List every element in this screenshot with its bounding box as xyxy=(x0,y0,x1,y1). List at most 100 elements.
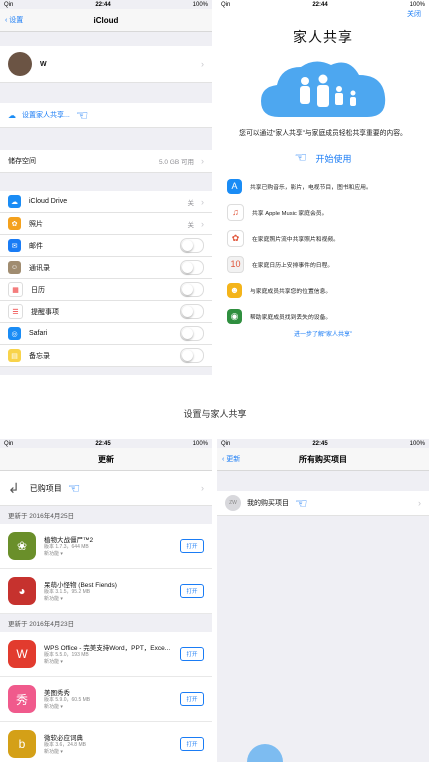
icloud-item[interactable]: ☁ iCloud Drive 关 › xyxy=(0,191,212,213)
app-row[interactable]: b 微软必应词典 版本 3.6，24.8 MB 新功能 ▾ 打开 xyxy=(0,722,212,762)
family-sharing-screen: Qin 22:44 100% 关闭 家人共享 您可以通过“家人共享”与家庭成员轻… xyxy=(217,0,429,375)
icloud-item[interactable]: ▦ 日历 xyxy=(0,279,212,301)
icloud-item[interactable]: ▤ 备忘录 xyxy=(0,345,212,367)
app-version: 版本 1.7.3，644 MB xyxy=(44,544,89,550)
clock: 22:45 xyxy=(312,440,328,447)
chevron-right-icon: › xyxy=(201,196,204,207)
feature-row: ♫ 共享 Apple Music 家庭会员。 xyxy=(217,199,429,225)
open-button[interactable]: 打开 xyxy=(180,647,204,661)
feature-icon: ◉ xyxy=(227,308,242,324)
chevron-right-icon: › xyxy=(201,59,204,69)
icloud-item[interactable]: ✉ 邮件 xyxy=(0,235,212,257)
back-button[interactable]: ‹ 更新 xyxy=(222,454,240,464)
storage-label: 储存空间 xyxy=(8,158,36,165)
status-bar: Qin 22:45 100% xyxy=(217,439,429,448)
toggle-switch[interactable] xyxy=(180,282,204,297)
chevron-right-icon: › xyxy=(201,218,204,229)
icloud-item[interactable]: ☺ 通讯录 xyxy=(0,257,212,279)
app-icon: ▤ xyxy=(8,349,21,362)
app-icon: ▦ xyxy=(8,282,23,297)
open-button[interactable]: 打开 xyxy=(180,584,204,598)
app-whats-new[interactable]: 新功能 ▾ xyxy=(44,596,117,603)
app-icon: ☁ xyxy=(8,195,21,208)
app-version: 版本 5.5.0，193 MB xyxy=(44,652,89,658)
toggle-switch[interactable] xyxy=(180,304,204,319)
chevron-right-icon: › xyxy=(418,498,421,508)
toggle-switch[interactable] xyxy=(180,348,204,363)
pointing-hand-icon: ☜ xyxy=(294,149,308,165)
icloud-screen: Qin 22:44 100% ‹ 设置 iCloud W › ☁ 设置家人共享.… xyxy=(0,0,212,375)
icloud-item-label: 照片 xyxy=(29,220,43,228)
cloud-icon: ☁ xyxy=(8,110,16,120)
status-bar: Qin 22:44 100% xyxy=(217,0,429,9)
account-name: W xyxy=(40,60,47,68)
purchased-row[interactable]: ↲ 已购项目 ☜ › xyxy=(0,471,212,506)
icloud-item-label: Safari xyxy=(29,330,48,337)
purchases-screen: Qin 22:45 100% ‹ 更新 所有购买项目 ZW 我的购买项目 ☜ › xyxy=(217,439,429,762)
status-bar: Qin 22:45 100% xyxy=(0,439,212,448)
start-button[interactable]: ☜ 开始使用 xyxy=(217,149,429,167)
app-version: 版本 5.9.0，60.5 MB xyxy=(44,697,91,703)
section-header: 更新于 2016年4月25日 xyxy=(0,506,212,524)
feature-icon: A xyxy=(227,178,242,194)
app-version: 版本 3.1.5，95.2 MB xyxy=(44,589,91,595)
family-setup-row[interactable]: ☁ 设置家人共享... ☜ xyxy=(0,103,212,128)
nav-bar: ‹ 设置 iCloud xyxy=(0,9,212,32)
toggle-switch[interactable] xyxy=(180,238,204,253)
clock: 22:44 xyxy=(312,1,328,8)
app-row[interactable]: W WPS Office - 完美支持Word，PPT，Exce... 版本 5.5… xyxy=(0,632,212,677)
chevron-right-icon: › xyxy=(201,483,204,493)
back-button[interactable]: ‹ 设置 xyxy=(5,15,23,25)
my-purchases-row[interactable]: ZW 我的购买项目 ☜ › xyxy=(217,491,429,516)
app-name: 植物大战僵尸™2 xyxy=(44,537,94,544)
app-name: 呆萌小怪物 (Best Fiends) xyxy=(44,582,117,589)
purchased-label: 已购项目 xyxy=(29,483,62,493)
feature-text: 帮助家庭成员找到丢失的设备。 xyxy=(250,314,332,321)
family-setup-label: 设置家人共享... xyxy=(22,112,70,119)
app-row[interactable]: ◕ 呆萌小怪物 (Best Fiends) 版本 3.1.5，95.2 MB 新功能 … xyxy=(0,569,212,614)
section-header: 更新于 2016年4月23日 xyxy=(0,614,212,632)
open-button[interactable]: 打开 xyxy=(180,692,204,706)
purchased-icon: ↲ xyxy=(8,479,20,496)
app-whats-new[interactable]: 新功能 ▾ xyxy=(44,704,90,711)
updates-list: 更新于 2016年4月25日 ❀ 植物大战僵尸™2 版本 1.7.3，644 MB 新功… xyxy=(0,506,212,762)
icloud-apps-list: ☁ iCloud Drive 关 › ✿ 照片 关 › ✉ 邮件 ☺ 通讯录 ▦ 日历 ☰ 提醒事项 ◎ Safa… xyxy=(0,191,212,367)
learn-more-link[interactable]: 进一步了解“家人共享” xyxy=(217,329,429,338)
app-whats-new[interactable]: 新功能 ▾ xyxy=(44,551,93,558)
app-whats-new[interactable]: 新功能 ▾ xyxy=(44,659,170,666)
feature-text: 在家庭照片流中共享照片和视频。 xyxy=(252,236,339,243)
feature-text: 与家庭成员共享您的位置信息。 xyxy=(250,288,332,295)
account-row[interactable]: W › xyxy=(0,46,212,83)
feature-icon: ☻ xyxy=(227,282,242,298)
toggle-switch[interactable] xyxy=(180,326,204,341)
icloud-item[interactable]: ◎ Safari xyxy=(0,323,212,345)
app-row[interactable]: ❀ 植物大战僵尸™2 版本 1.7.3，644 MB 新功能 ▾ 打开 xyxy=(0,524,212,569)
nav-bar: ‹ 更新 所有购买项目 xyxy=(217,448,429,471)
icloud-item-label: 备忘录 xyxy=(29,352,50,360)
open-button[interactable]: 打开 xyxy=(180,539,204,553)
feature-text: 共享 Apple Music 家庭会员。 xyxy=(252,210,328,217)
feature-text: 共享已购音乐，影片，电视节目，图书和应用。 xyxy=(250,184,372,191)
carrier: Qin xyxy=(4,440,14,447)
icloud-item[interactable]: ✿ 照片 关 › xyxy=(0,213,212,235)
carrier: Qin xyxy=(4,1,14,8)
app-whats-new[interactable]: 新功能 ▾ xyxy=(44,749,86,756)
app-icon: ❀ xyxy=(8,532,36,560)
feature-list: A 共享已购音乐，影片，电视节目，图书和应用。 ♫ 共享 Apple Music 家庭… xyxy=(217,173,429,329)
caption-family-setup: 设置与家人共享 xyxy=(183,409,247,419)
app-row[interactable]: 秀 美图秀秀 版本 5.9.0，60.5 MB 新功能 ▾ 打开 xyxy=(0,677,212,722)
family-title: 家人共享 xyxy=(293,29,353,45)
storage-value: 5.0 GB 可用 xyxy=(158,159,194,166)
toggle-switch[interactable] xyxy=(180,260,204,275)
open-button[interactable]: 打开 xyxy=(180,737,204,751)
icloud-item[interactable]: ☰ 提醒事项 xyxy=(0,301,212,323)
storage-row[interactable]: 储存空间 5.0 GB 可用 › xyxy=(0,150,212,173)
page-title: 更新 xyxy=(98,454,114,464)
clock: 22:45 xyxy=(95,440,111,447)
carrier: Qin xyxy=(221,440,231,447)
feature-row: A 共享已购音乐，影片，电视节目，图书和应用。 xyxy=(217,173,429,199)
avatar xyxy=(8,52,32,76)
close-button[interactable]: 关闭 xyxy=(407,9,421,19)
app-name: WPS Office - 完美支持Word，PPT，Exce... xyxy=(44,645,171,652)
family-description: 您可以通过“家人共享”与家庭成员轻松共享重要的内容。 xyxy=(239,130,407,137)
